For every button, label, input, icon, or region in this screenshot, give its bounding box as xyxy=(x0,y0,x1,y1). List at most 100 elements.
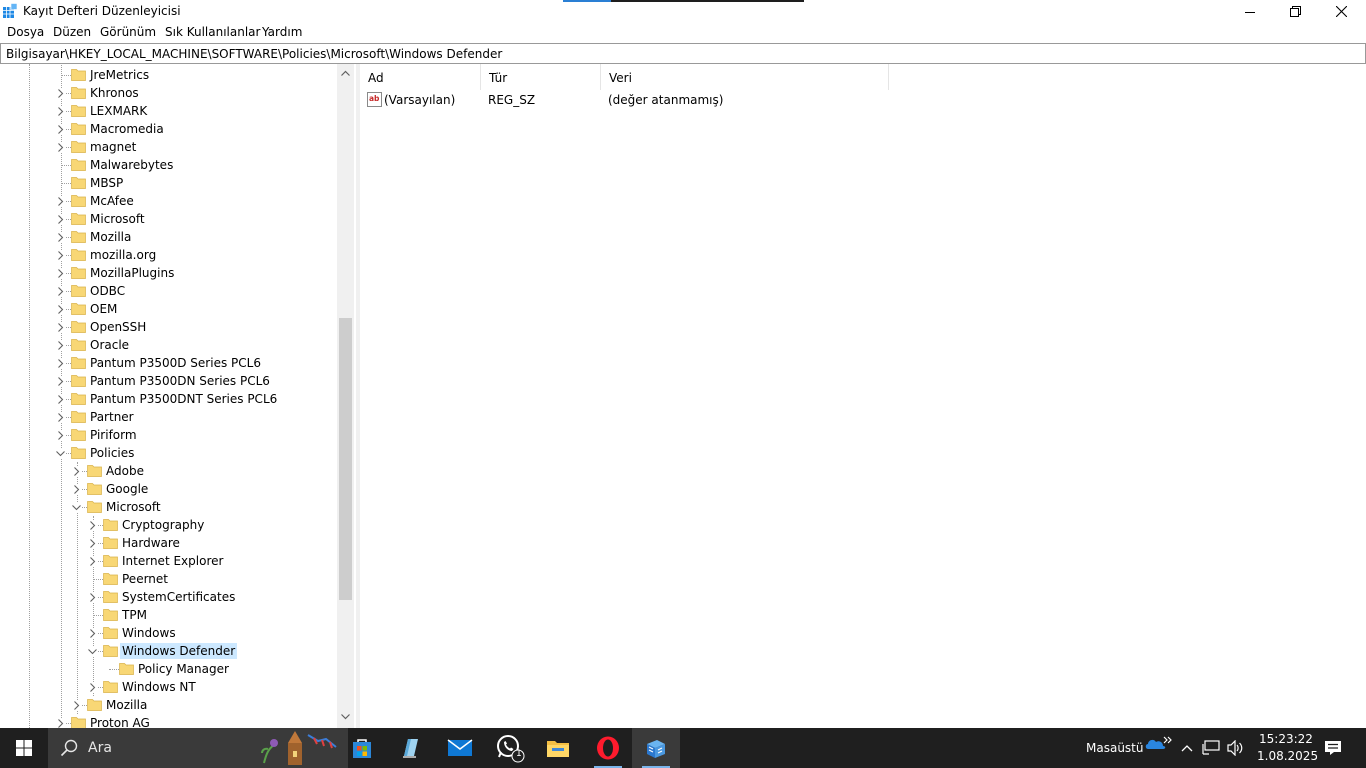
tree-node-label[interactable]: Partner xyxy=(88,409,136,425)
close-button[interactable] xyxy=(1318,0,1364,23)
tree-node-label[interactable]: McAfee xyxy=(88,193,136,209)
tree-node-label[interactable]: Internet Explorer xyxy=(120,553,225,569)
tree-node-label[interactable]: Malwarebytes xyxy=(88,157,175,173)
tree-node-label[interactable]: JreMetrics xyxy=(88,67,151,83)
tree-node-windows-nt[interactable]: Windows NT xyxy=(0,678,337,696)
tree-node-policies[interactable]: Policies xyxy=(0,444,337,462)
tree-node-label[interactable]: Macromedia xyxy=(88,121,166,137)
scroll-down-icon[interactable] xyxy=(341,714,350,720)
taskbar-app-notepad[interactable] xyxy=(386,728,434,768)
chevron-right-icon[interactable] xyxy=(72,467,81,476)
chevron-down-icon[interactable] xyxy=(56,449,65,458)
chevron-right-icon[interactable] xyxy=(56,269,65,278)
tree-node-label[interactable]: OEM xyxy=(88,301,119,317)
tree-node-lexmark[interactable]: LEXMARK xyxy=(0,102,337,120)
tree-node-label[interactable]: MozillaPlugins xyxy=(88,265,176,281)
tree-node-label[interactable]: TPM xyxy=(120,607,149,623)
tree-node-label[interactable]: Windows NT xyxy=(120,679,198,695)
chevron-right-icon[interactable] xyxy=(88,521,97,530)
tree-node-mcafee[interactable]: McAfee xyxy=(0,192,337,210)
chevron-right-icon[interactable] xyxy=(88,539,97,548)
taskbar-app-registry-editor[interactable] xyxy=(632,728,680,768)
tree-node-proton-ag[interactable]: Proton AG xyxy=(0,714,337,728)
tree-node-systemcertificates[interactable]: SystemCertificates xyxy=(0,588,337,606)
chevron-right-icon[interactable] xyxy=(56,395,65,404)
chevron-right-icon[interactable] xyxy=(56,719,65,728)
tree-node-microsoft[interactable]: Microsoft xyxy=(0,498,337,516)
menu-favorites[interactable]: Sık Kullanılanlar xyxy=(164,25,261,39)
chevron-right-icon[interactable] xyxy=(88,557,97,566)
tree-node-microsoft[interactable]: Microsoft xyxy=(0,210,337,228)
menu-edit[interactable]: Düzen xyxy=(52,25,92,39)
tree-node-mozilla[interactable]: Mozilla xyxy=(0,696,337,714)
tree-node-internet-explorer[interactable]: Internet Explorer xyxy=(0,552,337,570)
taskbar-app-store[interactable] xyxy=(338,728,386,768)
tree-node-label[interactable]: Proton AG xyxy=(88,715,152,728)
chevron-right-icon[interactable] xyxy=(56,377,65,386)
chevron-right-icon[interactable] xyxy=(56,143,65,152)
tree-node-label[interactable]: Pantum P3500D Series PCL6 xyxy=(88,355,263,371)
tree-node-mbsp[interactable]: MBSP xyxy=(0,174,337,192)
chevron-right-icon[interactable] xyxy=(56,251,65,260)
address-path[interactable]: Bilgisayar\HKEY_LOCAL_MACHINE\SOFTWARE\P… xyxy=(6,47,502,61)
chevron-right-icon[interactable] xyxy=(56,413,65,422)
tree-node-label[interactable]: Khronos xyxy=(88,85,141,101)
tree-node-partner[interactable]: Partner xyxy=(0,408,337,426)
chevron-right-icon[interactable] xyxy=(56,125,65,134)
tree-node-label[interactable]: Adobe xyxy=(104,463,146,479)
tree-node-windows[interactable]: Windows xyxy=(0,624,337,642)
menu-view[interactable]: Görünüm xyxy=(99,25,157,39)
tree-node-oem[interactable]: OEM xyxy=(0,300,337,318)
tree-node-label[interactable]: Pantum P3500DN Series PCL6 xyxy=(88,373,272,389)
tree-node-label[interactable]: ODBC xyxy=(88,283,127,299)
tree-node-mozilla-org[interactable]: mozilla.org xyxy=(0,246,337,264)
chevron-right-icon[interactable] xyxy=(88,593,97,602)
tree-node-odbc[interactable]: ODBC xyxy=(0,282,337,300)
column-header-type[interactable]: Tür xyxy=(481,64,601,90)
address-bar[interactable]: Bilgisayar\HKEY_LOCAL_MACHINE\SOFTWARE\P… xyxy=(0,43,1366,64)
chevron-right-icon[interactable] xyxy=(56,287,65,296)
tree-node-label[interactable]: Policy Manager xyxy=(136,661,231,677)
show-desktop-label[interactable]: Masaüstü xyxy=(1086,741,1143,755)
chevron-right-icon[interactable] xyxy=(56,323,65,332)
notifications-icon[interactable] xyxy=(1324,740,1342,756)
network-icon[interactable] xyxy=(1202,740,1220,756)
tree-vertical-scrollbar[interactable] xyxy=(337,64,354,728)
tree-node-hardware[interactable]: Hardware xyxy=(0,534,337,552)
tree-node-oracle[interactable]: Oracle xyxy=(0,336,337,354)
registry-key-tree[interactable]: JreMetrics Khronos LEXMARK Macromedia magnet… xyxy=(0,64,356,728)
tree-node-pantum-p3500dn-series-pcl6[interactable]: Pantum P3500DN Series PCL6 xyxy=(0,372,337,390)
clock-time[interactable]: 15:23:22 xyxy=(1259,732,1313,746)
tree-node-mozillaplugins[interactable]: MozillaPlugins xyxy=(0,264,337,282)
tree-node-label[interactable]: Microsoft xyxy=(104,499,163,515)
volume-icon[interactable] xyxy=(1226,740,1244,756)
clock-date[interactable]: 1.08.2025 xyxy=(1257,749,1318,763)
tree-node-pantum-p3500d-series-pcl6[interactable]: Pantum P3500D Series PCL6 xyxy=(0,354,337,372)
tree-node-label[interactable]: magnet xyxy=(88,139,138,155)
tree-node-label[interactable]: Microsoft xyxy=(88,211,147,227)
chevron-down-icon[interactable] xyxy=(72,503,81,512)
chevron-right-icon[interactable] xyxy=(56,233,65,242)
menu-file[interactable]: Dosya xyxy=(6,25,45,39)
chevron-right-icon[interactable] xyxy=(88,683,97,692)
tree-node-malwarebytes[interactable]: Malwarebytes xyxy=(0,156,337,174)
show-hidden-icons-chevron-icon[interactable] xyxy=(1181,744,1193,752)
tree-node-label[interactable]: mozilla.org xyxy=(88,247,158,263)
chevron-right-icon[interactable] xyxy=(56,341,65,350)
chevron-right-icon[interactable] xyxy=(88,629,97,638)
tree-node-label[interactable]: Piriform xyxy=(88,427,139,443)
chevron-right-icon[interactable] xyxy=(56,359,65,368)
tree-node-pantum-p3500dnt-series-pcl6[interactable]: Pantum P3500DNT Series PCL6 xyxy=(0,390,337,408)
tree-node-label[interactable]: Cryptography xyxy=(120,517,206,533)
taskbar-app-opera[interactable] xyxy=(584,728,632,768)
tree-node-label[interactable]: Policies xyxy=(88,445,136,461)
tree-node-google[interactable]: Google xyxy=(0,480,337,498)
chevron-right-icon[interactable] xyxy=(72,485,81,494)
tree-node-policy-manager[interactable]: Policy Manager xyxy=(0,660,337,678)
tree-node-adobe[interactable]: Adobe xyxy=(0,462,337,480)
chevron-right-icon[interactable] xyxy=(56,197,65,206)
tree-node-label[interactable]: Peernet xyxy=(120,571,170,587)
tree-node-macromedia[interactable]: Macromedia xyxy=(0,120,337,138)
tree-node-label[interactable]: Pantum P3500DNT Series PCL6 xyxy=(88,391,279,407)
tree-node-label[interactable]: Oracle xyxy=(88,337,131,353)
